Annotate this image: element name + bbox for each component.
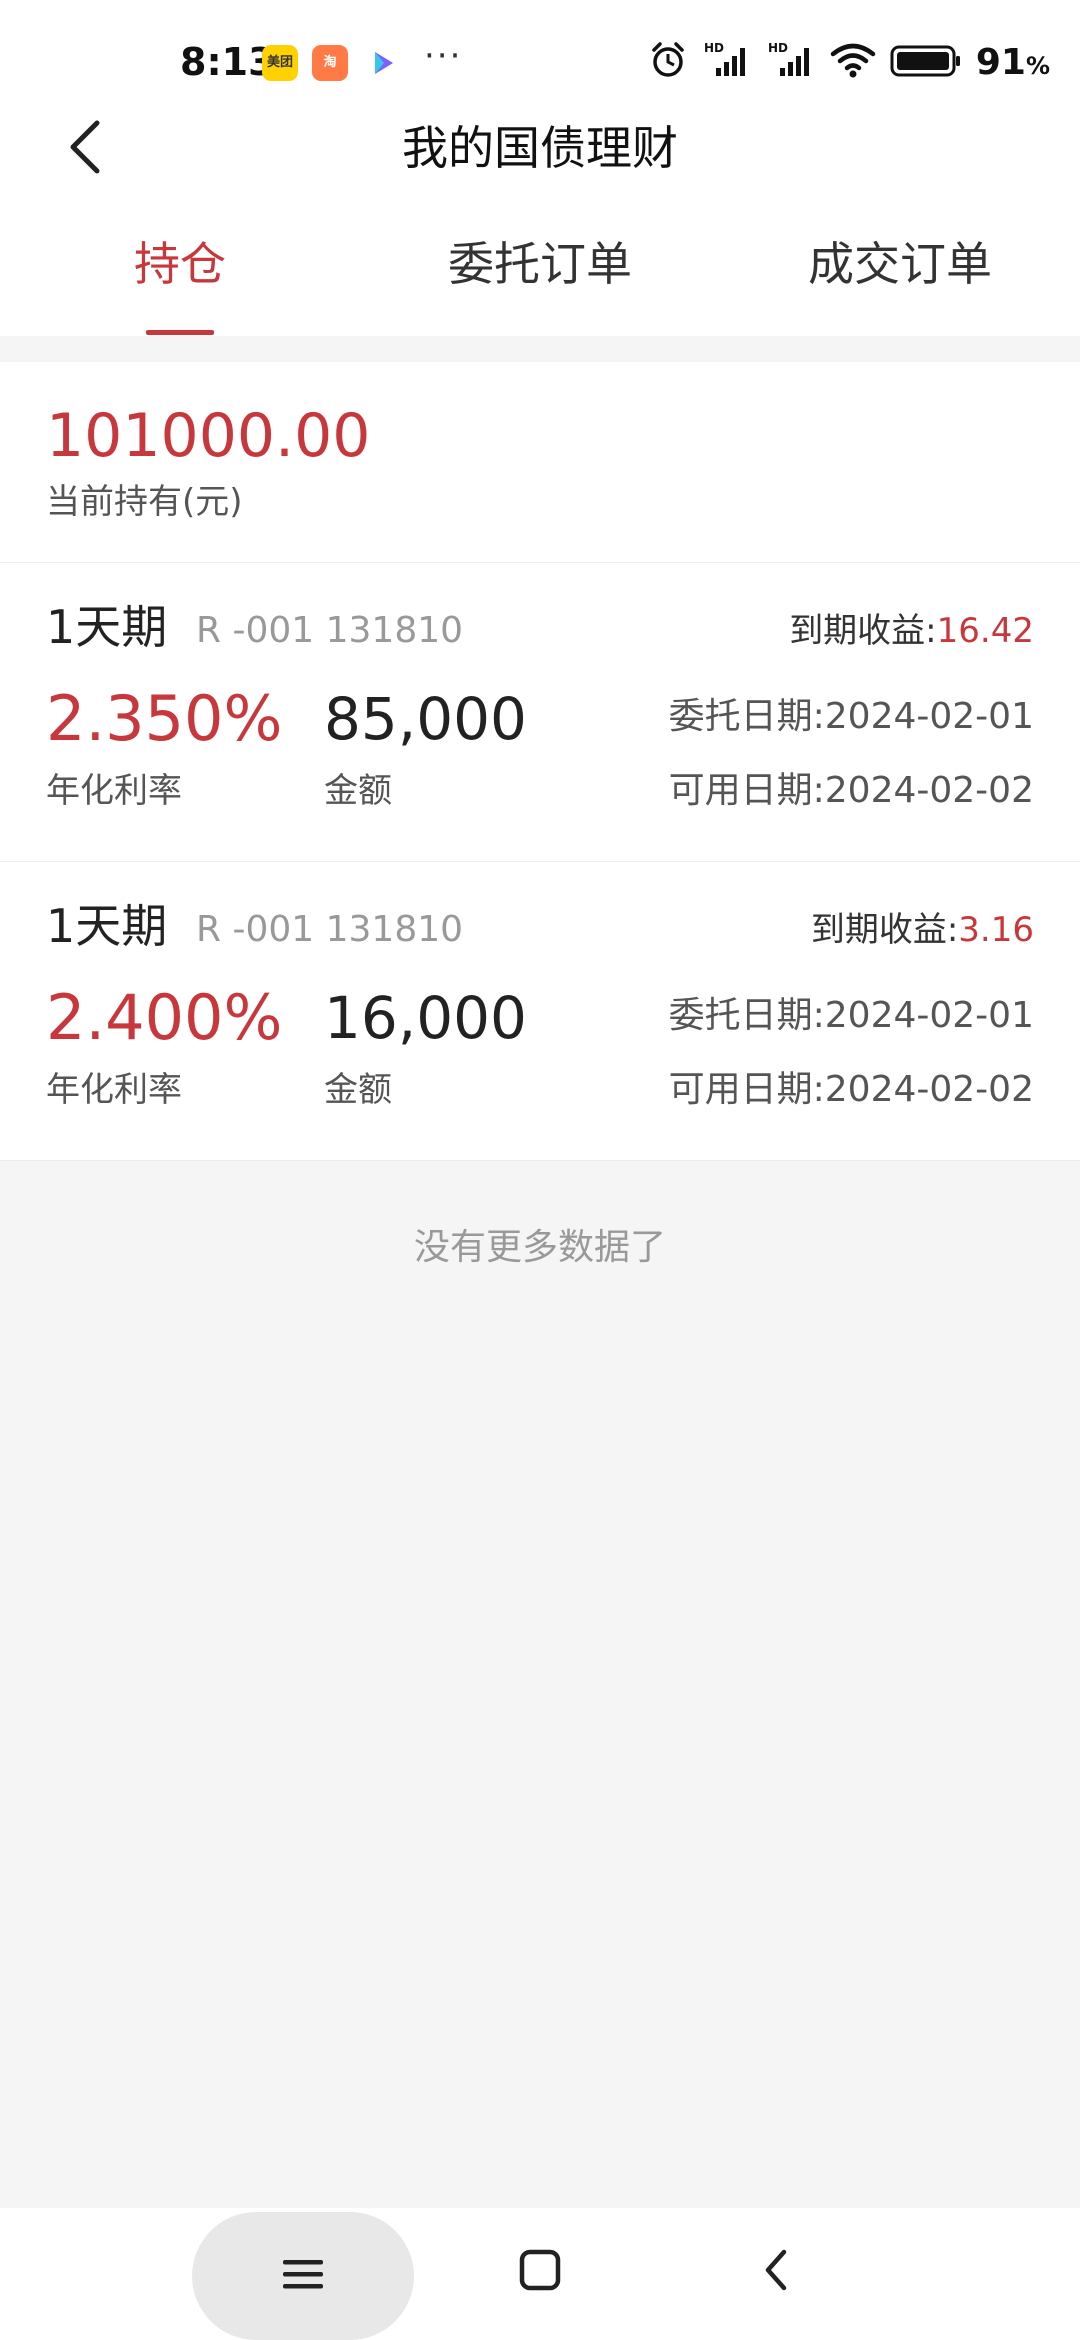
- header-bar: 我的国债理财: [0, 100, 1080, 200]
- holding-card[interactable]: 1天期 R -001 131810 到期收益:3.16 2.400% 年化利率 …: [0, 862, 1080, 1161]
- tab-holdings[interactable]: 持仓: [0, 234, 360, 294]
- entrust-date: 委托日期:2024-02-01: [668, 696, 1034, 737]
- annual-rate: 2.400%: [46, 981, 283, 1054]
- menu-icon: [281, 2254, 325, 2298]
- signal-hd-icon: HD: [702, 40, 752, 84]
- holding-code: R -001 131810: [196, 909, 464, 950]
- holding-amount-label: 金额: [324, 1070, 392, 1110]
- tab-entrust-orders[interactable]: 委托订单: [360, 234, 720, 294]
- annual-rate-label: 年化利率: [46, 771, 182, 811]
- holding-amount: 85,000: [324, 685, 527, 753]
- holding-code: R -001 131810: [196, 610, 464, 651]
- system-back-button[interactable]: [736, 2232, 816, 2312]
- maturity-yield-value: 16.42: [936, 611, 1034, 651]
- wifi-icon: [830, 40, 876, 84]
- holding-amount: 16,000: [324, 984, 527, 1052]
- home-button[interactable]: [500, 2232, 580, 2312]
- video-app-icon: [364, 45, 400, 81]
- holding-card[interactable]: 1天期 R -001 131810 到期收益:16.42 2.350% 年化利率…: [0, 563, 1080, 862]
- signal-hd-icon-2: HD: [766, 40, 816, 84]
- holding-summary: 101000.00 当前持有(元): [0, 362, 1080, 563]
- maturity-yield-label: 到期收益:: [789, 611, 937, 651]
- no-more-data-text: 没有更多数据了: [413, 1227, 666, 1268]
- maturity-yield-value: 3.16: [958, 910, 1034, 950]
- chevron-left-icon: [758, 2246, 794, 2298]
- recent-apps-button[interactable]: [192, 2212, 414, 2340]
- holding-amount-label: 金额: [324, 771, 392, 811]
- available-date: 可用日期:2024-02-02: [668, 1069, 1034, 1110]
- annual-rate-label: 年化利率: [46, 1070, 182, 1110]
- available-date: 可用日期:2024-02-02: [668, 770, 1034, 811]
- maturity-yield: 到期收益:3.16: [811, 906, 1034, 954]
- battery-percent: 91%: [975, 41, 1050, 83]
- active-tab-indicator: [146, 330, 214, 335]
- annual-rate: 2.350%: [46, 682, 283, 755]
- section-divider: [0, 336, 1080, 362]
- shopping-app-icon: 淘: [312, 45, 348, 81]
- tab-bar: 持仓 委托订单 成交订单: [0, 220, 1080, 336]
- meituan-app-icon: 美团: [262, 45, 298, 81]
- alarm-icon: [648, 40, 688, 84]
- holding-term: 1天期: [46, 600, 168, 654]
- entrust-date: 委托日期:2024-02-01: [668, 995, 1034, 1036]
- maturity-yield-label: 到期收益:: [810, 910, 959, 950]
- svg-text:HD: HD: [768, 41, 788, 55]
- system-nav-bar: [0, 2208, 1080, 2340]
- square-home-icon: [518, 2248, 562, 2296]
- more-notifications-icon: ···: [424, 36, 463, 76]
- maturity-yield: 到期收益:16.42: [789, 607, 1034, 655]
- tab-deal-orders[interactable]: 成交订单: [720, 234, 1080, 294]
- page-title: 我的国债理财: [402, 121, 678, 175]
- holding-term: 1天期: [46, 899, 168, 953]
- svg-text:HD: HD: [704, 41, 724, 55]
- battery-icon: [890, 40, 962, 84]
- total-holding-label: 当前持有(元): [46, 482, 243, 522]
- status-time: 8:13: [180, 40, 275, 84]
- total-holding-amount: 101000.00: [46, 401, 371, 471]
